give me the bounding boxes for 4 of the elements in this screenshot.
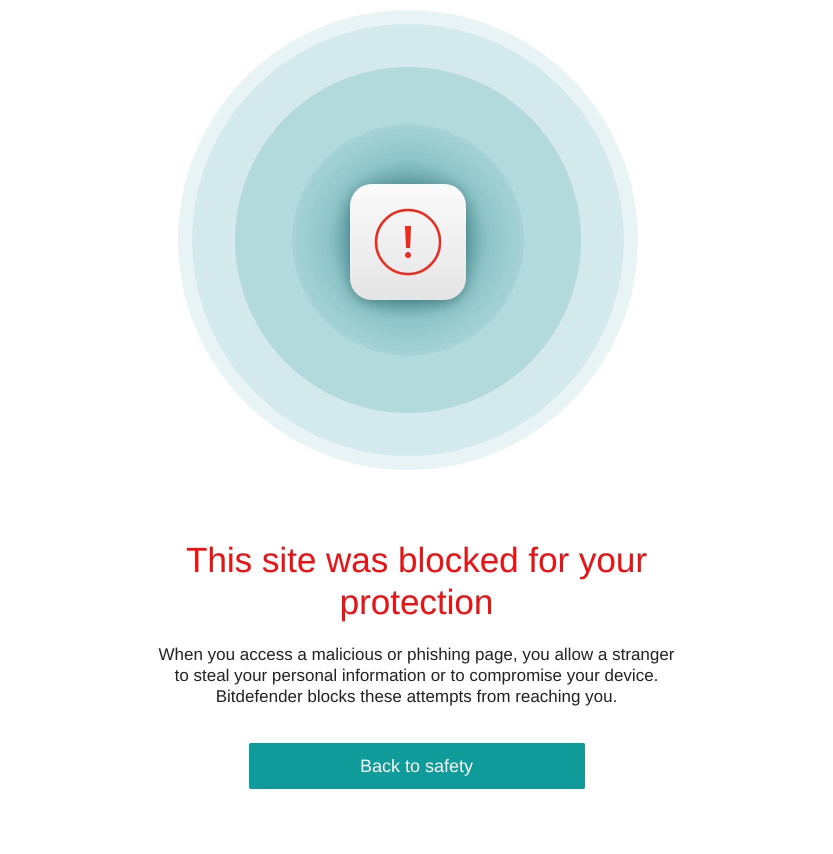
- exclamation-circle-icon: [374, 208, 442, 276]
- back-to-safety-button[interactable]: Back to safety: [248, 743, 584, 789]
- warning-message: When you access a malicious or phishing page, you allow a stranger to steal your personal information or to compromise your device. Bitdefender blocks these attempts from reaching you.: [158, 644, 676, 707]
- page-title: This site was blocked for your protection: [184, 540, 648, 624]
